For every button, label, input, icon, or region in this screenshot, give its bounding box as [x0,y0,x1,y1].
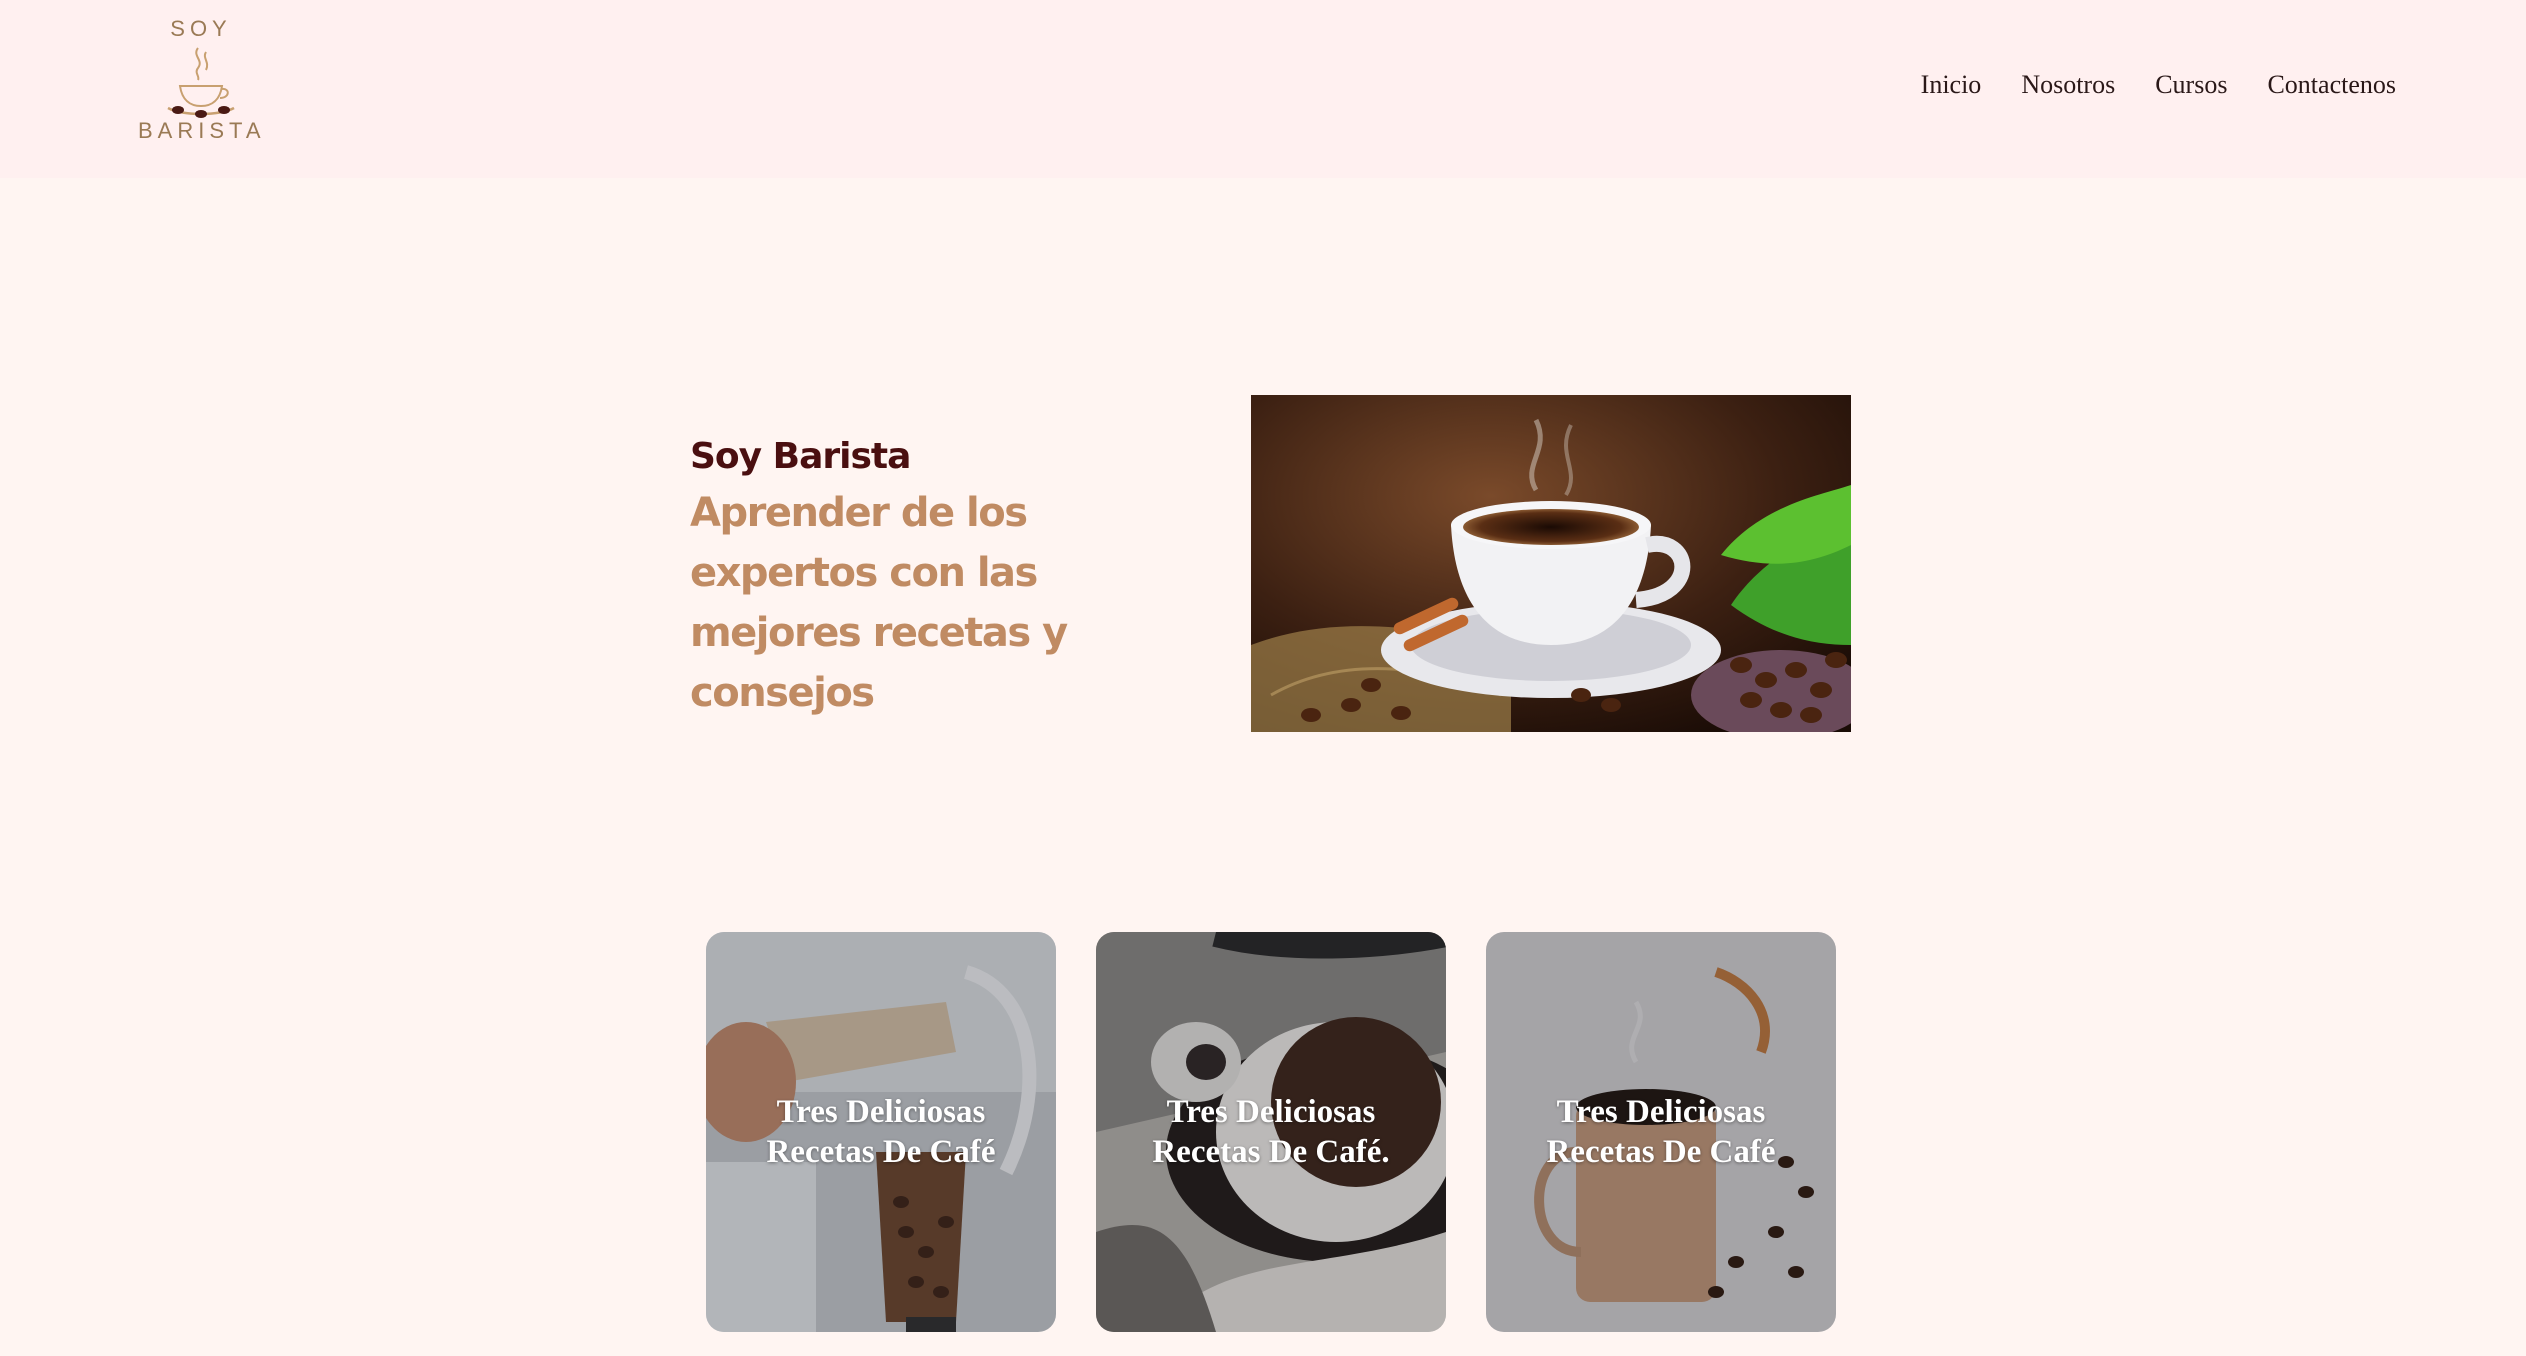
recipe-card-1[interactable]: Tres Deliciosas Recetas De Café [706,932,1056,1332]
hero-kicker: Soy Barista [690,436,911,477]
recipe-cards: Tres Deliciosas Recetas De Café Tres Del… [706,932,1836,1332]
nav-link-nosotros[interactable]: Nosotros [2021,70,2115,100]
recipe-card-3[interactable]: Tres Deliciosas Recetas De Café [1486,932,1836,1332]
card-title: Tres Deliciosas Recetas De Café [766,1094,996,1170]
logo-top-text: SOY [170,16,232,41]
hero-text-block: Soy Barista Aprender de los expertos con… [690,436,1150,723]
nav-link-inicio[interactable]: Inicio [1921,70,1982,100]
site-header: SOY BARISTA Inicio Nosotros Cursos Conta… [0,0,2526,178]
soy-barista-logo[interactable]: SOY BARISTA [138,14,264,156]
main-nav: Inicio Nosotros Cursos Contactenos [1921,70,2396,100]
recipe-card-2[interactable]: Tres Deliciosas Recetas De Café. [1096,932,1446,1332]
card-title: Tres Deliciosas Recetas De Café [1546,1094,1776,1170]
nav-link-cursos[interactable]: Cursos [2155,70,2227,100]
coffee-cup-logo-icon [167,47,235,118]
card-title: Tres Deliciosas Recetas De Café. [1152,1094,1390,1170]
hero-heading: Aprender de los expertos con las mejores… [690,490,1068,716]
nav-link-contactenos[interactable]: Contactenos [2267,70,2396,100]
coffee-cup-photo-icon [1251,395,1851,732]
hero-coffee-image [1251,395,1851,732]
logo-bottom-text: BARISTA [138,118,266,143]
